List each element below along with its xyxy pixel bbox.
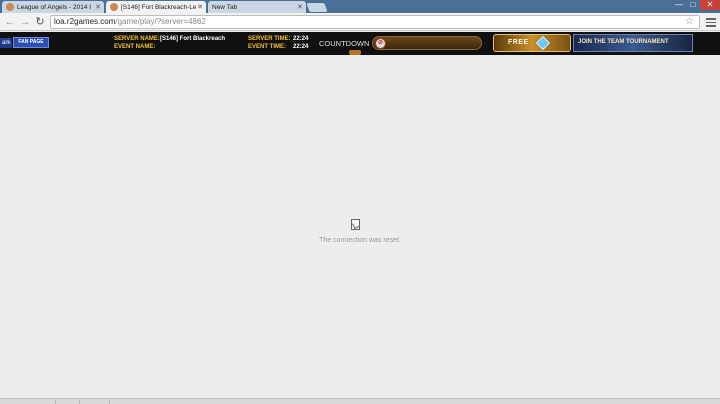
minimize-button[interactable]: — (672, 0, 686, 10)
fan-page-button[interactable]: FAN PAGE (13, 37, 49, 48)
maximize-button[interactable]: □ (686, 0, 700, 10)
free-diamonds-button[interactable]: FREE (493, 34, 571, 52)
taskbar-item[interactable] (56, 400, 80, 404)
tab-close-icon[interactable]: ✕ (296, 3, 304, 11)
tab-fort-blackreach[interactable]: [S146] Fort Blackreach-Le ✕ (106, 1, 206, 13)
join-tournament-banner[interactable]: JOIN THE TEAM TOURNAMENT (573, 34, 693, 52)
new-tab-button[interactable] (306, 3, 328, 12)
timer-icon: ⊘ (375, 38, 386, 49)
broken-page-icon (351, 219, 360, 230)
countdown-bar: ⊘ (372, 36, 482, 50)
tab-favicon-icon (6, 3, 14, 11)
url-path: /game/play/?server=4862 (115, 17, 206, 26)
tab-league-of-angels[interactable]: League of Angels - 2014 I ✕ (2, 1, 104, 13)
diamond-icon (535, 35, 551, 51)
event-name-label: EVENT NAME: (114, 44, 156, 50)
tab-close-icon[interactable]: ✕ (196, 3, 204, 11)
tab-favicon-icon (110, 3, 118, 11)
server-name-value: [S146] Fort Blackreach (160, 36, 226, 42)
url-domain: loa.r2games.com (54, 17, 116, 26)
browser-toolbar: ← → ↻ loa.r2games.com/game/play/?server=… (0, 13, 720, 31)
server-time-label: SERVER TIME: (248, 36, 291, 42)
taskbar-item[interactable] (28, 400, 56, 404)
join-tournament-label: JOIN THE TEAM TOURNAMENT (578, 39, 669, 45)
tab-new-tab[interactable]: New Tab ✕ (208, 1, 306, 13)
error-message: The connection was reset. (319, 237, 401, 244)
bookmark-tag[interactable]: ark (0, 38, 13, 48)
tab-strip: League of Angels - 2014 I ✕ [S146] Fort … (0, 0, 720, 13)
countdown-label: COUNTDOWN (319, 39, 370, 48)
event-time-value: 22:24 (293, 44, 309, 50)
forward-arrow-icon[interactable]: → (19, 16, 31, 28)
free-label: FREE (508, 39, 529, 46)
tab-close-icon[interactable]: ✕ (94, 3, 102, 11)
page-content: The connection was reset. (0, 55, 720, 398)
tab-title: New Tab (212, 3, 238, 11)
back-arrow-icon[interactable]: ← (4, 16, 16, 28)
server-time-value: 22:24 (293, 36, 309, 42)
bookmark-star-icon[interactable]: ☆ (685, 16, 694, 28)
server-name-label: SERVER NAME: (114, 36, 160, 42)
tab-title: League of Angels - 2014 I (17, 3, 92, 11)
close-window-button[interactable]: ✕ (700, 0, 720, 10)
taskbar-item[interactable] (80, 400, 110, 404)
taskbar (0, 398, 720, 404)
game-header-bar: ark FAN PAGE SERVER NAME: [S146] Fort Bl… (0, 32, 720, 55)
event-time-label: EVENT TIME: (248, 44, 287, 50)
hamburger-menu-icon[interactable] (705, 16, 717, 28)
tab-title: [S146] Fort Blackreach-Le (121, 3, 196, 11)
reload-icon[interactable]: ↻ (34, 16, 46, 28)
address-bar[interactable]: loa.r2games.com/game/play/?server=4862 ☆ (50, 15, 700, 29)
